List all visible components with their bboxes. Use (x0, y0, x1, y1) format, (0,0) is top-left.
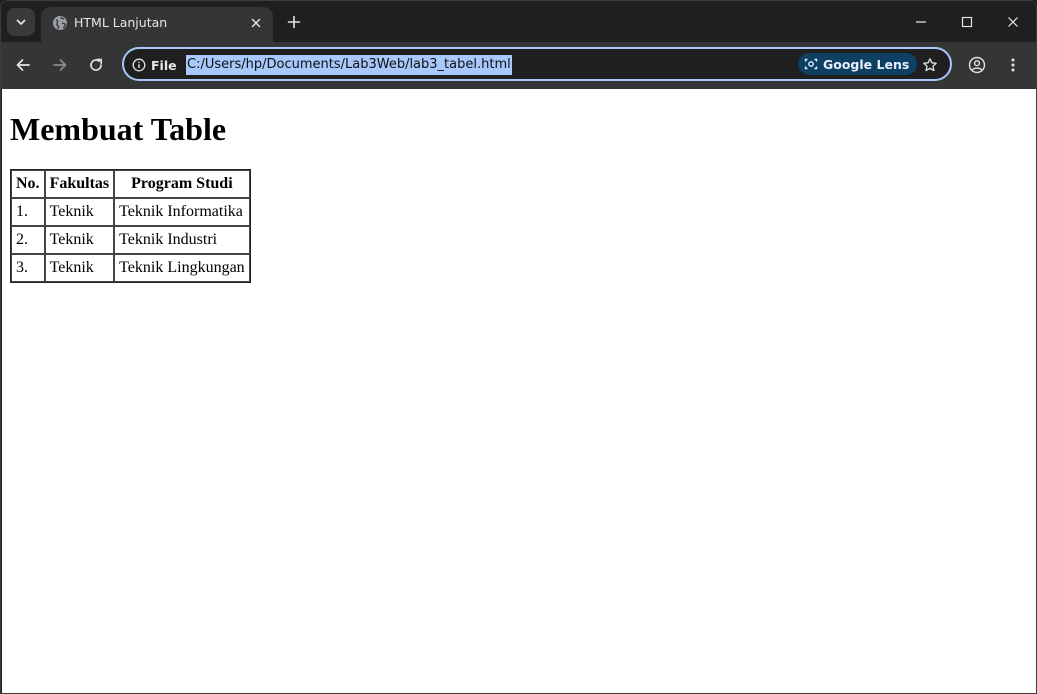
google-lens-button[interactable]: Google Lens (798, 53, 918, 75)
table-cell: 3. (11, 254, 45, 282)
table-cell: Teknik (44, 254, 115, 282)
navigation-toolbar: File C:/Users/hp/Documents/Lab3Web/lab3_… (1, 42, 1036, 89)
page-heading: Membuat Table (10, 111, 227, 147)
arrow-right-icon (53, 59, 67, 71)
table-cell: Teknik Lingkungan (114, 254, 250, 282)
menu-button[interactable] (1000, 52, 1026, 78)
profile-button[interactable] (964, 52, 990, 78)
site-info-chip[interactable]: File (132, 55, 177, 75)
close-window-button[interactable] (1000, 9, 1026, 35)
globe-icon (53, 16, 67, 30)
close-icon (251, 18, 261, 28)
bookmark-button[interactable] (918, 53, 942, 77)
address-bar[interactable]: File C:/Users/hp/Documents/Lab3Web/lab3_… (122, 47, 952, 81)
site-info-label: File (151, 57, 177, 73)
url-text[interactable]: C:/Users/hp/Documents/Lab3Web/lab3_tabel… (186, 55, 512, 75)
new-tab-button[interactable] (283, 11, 305, 33)
tab-strip: HTML Lanjutan (1, 1, 1036, 42)
back-button[interactable] (10, 52, 36, 78)
star-icon (923, 58, 937, 72)
column-header-program-studi: Program Studi (114, 170, 250, 198)
table-cell: Teknik (44, 198, 115, 226)
reload-button[interactable] (83, 52, 109, 78)
table-cell: 2. (11, 226, 45, 254)
arrow-left-icon (16, 59, 30, 71)
account-icon (968, 56, 986, 74)
reload-icon (90, 58, 103, 71)
tab-active[interactable]: HTML Lanjutan (41, 7, 273, 42)
data-table: No. Fakultas Program Studi 1. Teknik Tek… (10, 169, 251, 283)
table-cell: Teknik Industri (114, 226, 250, 254)
table-cell: 1. (11, 198, 45, 226)
tab-close-button[interactable] (247, 14, 265, 32)
google-lens-label: Google Lens (823, 56, 910, 72)
camera-icon (804, 58, 818, 70)
column-header-fakultas: Fakultas (44, 170, 115, 198)
table-row: 3. Teknik Teknik Lingkungan (11, 254, 250, 282)
table-row: 2. Teknik Teknik Industri (11, 226, 250, 254)
more-vert-icon (1011, 58, 1015, 72)
minimize-button[interactable] (908, 9, 934, 35)
table-cell: Teknik (44, 226, 115, 254)
table-cell: Teknik Informatika (114, 198, 250, 226)
column-header-no: No. (11, 170, 45, 198)
browser-window: HTML Lanjutan File C:/Users/hp/Documents… (0, 0, 1037, 694)
forward-button[interactable] (47, 52, 73, 78)
tab-title: HTML Lanjutan (74, 15, 168, 30)
tab-search-button[interactable] (7, 8, 35, 36)
maximize-icon (961, 16, 973, 28)
plus-icon (287, 15, 301, 29)
close-icon (1008, 17, 1018, 27)
chevron-down-icon (16, 19, 26, 25)
page-viewport: Membuat Table No. Fakultas Program Studi… (2, 89, 1036, 693)
table-header-row: No. Fakultas Program Studi (11, 170, 250, 198)
table-row: 1. Teknik Teknik Informatika (11, 198, 250, 226)
maximize-button[interactable] (954, 9, 980, 35)
minimize-icon (916, 21, 926, 23)
info-icon (132, 58, 146, 72)
